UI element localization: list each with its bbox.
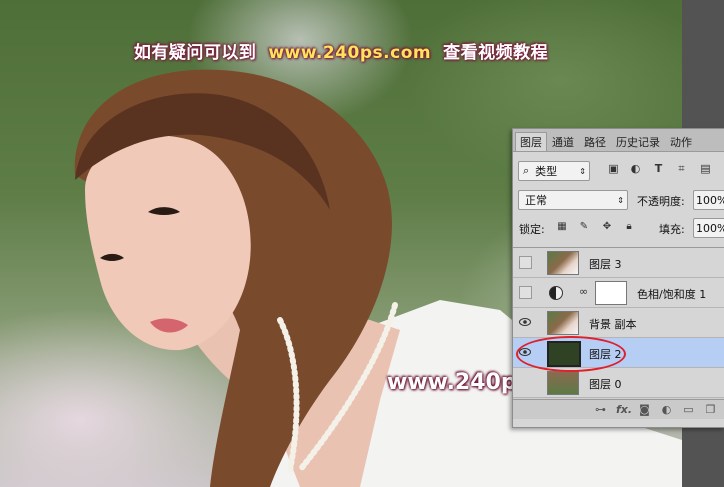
eye-icon[interactable] <box>519 316 531 328</box>
annotation-circle <box>516 336 626 372</box>
adjustment-icon[interactable]: ◐ <box>660 403 673 416</box>
lock-transparent-icon[interactable]: ▦ <box>556 220 568 232</box>
mask-icon[interactable]: ◙ <box>638 403 651 416</box>
layer-name: 色相/饱和度 1 <box>637 288 707 301</box>
layer-row[interactable]: 背景 副本 <box>513 308 724 338</box>
search-icon: ⌕ <box>523 164 530 177</box>
panel-tab-bar: 图层 通道 路径 历史记录 动作 <box>513 129 724 152</box>
tab-channels[interactable]: 通道 <box>547 132 579 151</box>
lock-paint-icon[interactable]: ✎ <box>578 220 590 232</box>
watermark-top-left: 如有疑问可以到 <box>133 43 257 63</box>
layer-thumbnail <box>547 251 579 275</box>
fill-value: 100% <box>696 221 724 235</box>
smart-object-filter-icon[interactable]: ▤ <box>699 162 712 175</box>
layer-name: 图层 0 <box>589 378 622 391</box>
tab-layers[interactable]: 图层 <box>515 132 547 151</box>
layer-name: 背景 副本 <box>589 318 637 331</box>
layer-row[interactable]: 图层 0 <box>513 368 724 398</box>
tab-paths[interactable]: 路径 <box>579 132 611 151</box>
panel-bottom-toolbar: ⊶ fx. ◙ ◐ ▭ ❐ <box>513 399 724 419</box>
fx-icon[interactable]: fx. <box>616 403 632 416</box>
blend-mode-value: 正常 <box>525 194 547 207</box>
watermark-top-right: 查看视频教程 <box>443 43 549 63</box>
chain-link-icon[interactable]: ∞ <box>579 285 588 298</box>
adjustment-filter-icon[interactable]: ◐ <box>629 162 642 175</box>
select-arrows-icon: ⇕ <box>617 195 624 205</box>
text-filter-icon[interactable]: T <box>652 162 665 175</box>
hue-saturation-adjustment-icon <box>549 286 563 300</box>
opacity-input[interactable]: 100% <box>693 190 724 210</box>
select-arrows-icon: ⇕ <box>579 166 586 176</box>
lock-all-icon[interactable]: 🔒︎ <box>623 220 635 232</box>
watermark-top: 如有疑问可以到 www.240ps.com 查看视频教程 <box>0 38 682 63</box>
blend-mode-select[interactable]: 正常 ⇕ <box>518 190 628 210</box>
tab-history[interactable]: 历史记录 <box>611 132 665 151</box>
layers-panel: 图层 通道 路径 历史记录 动作 ⌕ 类型 ⇕ ▣ ◐ T ⌗ ▤ 正常 ⇕ 不… <box>512 128 724 428</box>
layer-list: 图层 3 ∞ 色相/饱和度 1 背景 副本 图层 2 图层 0 <box>513 247 724 400</box>
new-layer-icon[interactable]: ❐ <box>704 403 717 416</box>
layer-thumbnail <box>547 311 579 335</box>
opacity-label: 不透明度: <box>637 195 685 208</box>
group-folder-icon[interactable]: ▭ <box>682 403 695 416</box>
opacity-value: 100% <box>696 193 724 207</box>
layer-row[interactable]: 图层 3 <box>513 248 724 278</box>
link-icon[interactable]: ⊶ <box>594 403 607 416</box>
watermark-top-url: www.240ps.com <box>268 43 432 63</box>
shape-filter-icon[interactable]: ⌗ <box>675 162 688 175</box>
visibility-toggle-off[interactable] <box>519 256 532 269</box>
fill-input[interactable]: 100% <box>693 218 724 238</box>
lock-position-icon[interactable]: ✥ <box>601 220 613 232</box>
layer-mask-thumbnail <box>595 281 627 305</box>
layer-filter-kind: 类型 <box>535 165 558 178</box>
layer-row[interactable]: ∞ 色相/饱和度 1 <box>513 278 724 308</box>
layer-thumbnail <box>547 371 579 395</box>
image-filter-icon[interactable]: ▣ <box>607 162 620 175</box>
tab-actions[interactable]: 动作 <box>665 132 697 151</box>
layer-filter-select[interactable]: ⌕ 类型 ⇕ <box>518 161 590 181</box>
fill-label: 填充: <box>659 223 685 236</box>
layer-name: 图层 3 <box>589 258 622 271</box>
lock-label: 锁定: <box>519 223 545 236</box>
visibility-toggle-off[interactable] <box>519 286 532 299</box>
